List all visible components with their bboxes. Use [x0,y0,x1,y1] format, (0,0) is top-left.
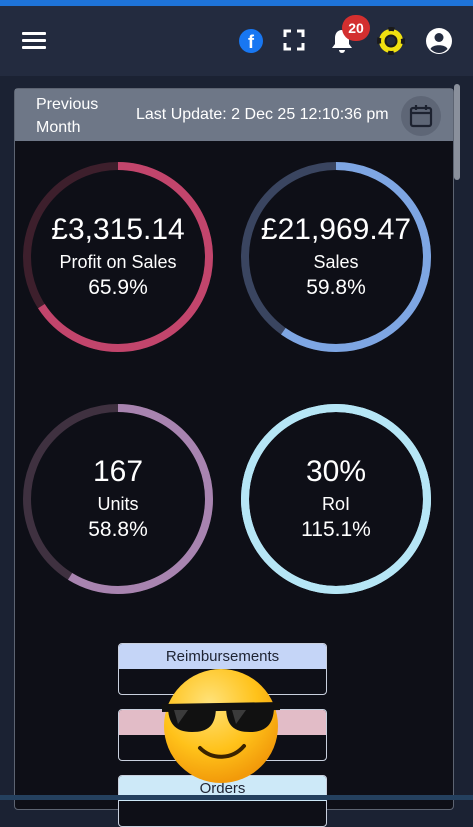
gauge-label: RoI [321,494,350,514]
fullscreen-icon[interactable] [283,29,305,51]
gauge-sales: £21,969.47 Sales 59.8% [236,157,436,357]
gauge-value: £21,969.47 [260,213,412,246]
gauge-value: £3,315.14 [51,213,185,246]
gauge-units: 167 Units 58.8% [18,399,218,599]
calendar-icon [409,105,433,128]
last-update-text: Last Update: 2 Dec 25 12:10:36 pm [136,106,389,123]
gauge-label: Profit on Sales [59,252,177,272]
top-app-bar: f 20 [0,6,473,76]
sunglasses-emoji-icon [162,669,280,783]
gauge-profit-on-sales: £3,315.14 Profit on Sales 65.9% [18,157,218,357]
gauge-label: Sales [313,252,359,272]
period-label: Previous Month [36,96,99,136]
gauge-value: 30% [305,455,367,488]
gauge-percent: 115.1% [301,518,371,541]
panel-header: Previous Month Last Update: 2 Dec 25 12:… [15,89,453,141]
notification-count-badge: 20 [342,15,370,41]
scrollbar-thumb[interactable] [454,84,460,180]
lifebuoy-icon[interactable] [377,27,405,55]
account-circle-icon[interactable] [425,27,453,55]
gauge-percent: 59.8% [306,276,366,299]
gauge-percent: 58.8% [88,518,148,541]
hamburger-menu-icon[interactable] [22,32,46,50]
gauge-value: 167 [92,455,144,488]
bottom-strip [0,795,473,800]
calendar-button[interactable] [401,96,441,136]
gauge-roi: 30% RoI 115.1% [236,399,436,599]
gauge-label: Units [97,494,139,514]
gauge-percent: 65.9% [88,276,148,299]
facebook-icon[interactable]: f [239,29,263,53]
